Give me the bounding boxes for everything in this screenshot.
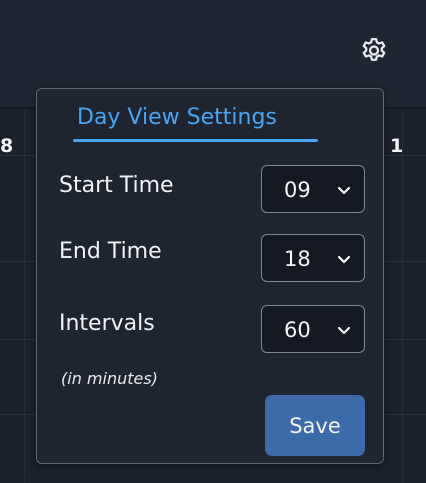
start-time-label: Start Time: [59, 173, 174, 198]
end-time-select[interactable]: 18: [261, 234, 365, 282]
day-view-settings-popover: Day View Settings Start Time 09 End Time…: [36, 88, 384, 464]
chevron-down-icon: [336, 182, 352, 198]
start-time-select[interactable]: 09: [261, 165, 365, 213]
intervals-hint: (in minutes): [61, 369, 158, 388]
intervals-select[interactable]: 60: [261, 305, 365, 353]
settings-tab-title[interactable]: Day View Settings: [77, 105, 277, 130]
gear-icon[interactable]: [359, 36, 389, 66]
save-button[interactable]: Save: [265, 395, 365, 456]
chevron-down-icon: [336, 251, 352, 267]
chevron-down-icon: [336, 322, 352, 338]
start-time-value: 09: [284, 178, 311, 202]
intervals-label: Intervals: [59, 311, 155, 336]
end-time-value: 18: [284, 247, 311, 271]
grid-line: [402, 109, 403, 483]
tab-underline: [73, 139, 318, 142]
intervals-value: 60: [284, 318, 311, 342]
end-time-label: End Time: [59, 239, 162, 264]
column-header-left: 8: [0, 135, 14, 157]
grid-line: [24, 109, 25, 483]
